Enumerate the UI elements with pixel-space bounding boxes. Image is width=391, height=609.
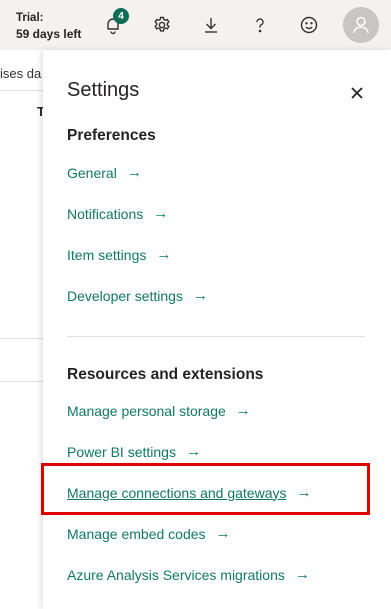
top-bar: Trial: 59 days left 4: [0, 0, 391, 50]
download-button[interactable]: [199, 13, 223, 37]
smiley-icon: [300, 16, 318, 34]
arrow-right-icon: →: [185, 443, 201, 460]
manage-connections-gateways-link[interactable]: Manage connections and gateways →: [67, 484, 311, 501]
link-label: Item settings: [67, 246, 147, 263]
arrow-right-icon: →: [235, 402, 251, 419]
background-breadcrumb-text: ises da: [0, 66, 42, 81]
notifications-link[interactable]: Notifications →: [67, 205, 168, 222]
link-label: Notifications: [67, 205, 144, 222]
arrow-right-icon: →: [296, 484, 312, 501]
feedback-button[interactable]: [297, 13, 321, 37]
arrow-right-icon: →: [294, 566, 310, 583]
background-divider: [0, 90, 43, 91]
gear-icon: [154, 16, 170, 32]
general-link[interactable]: General →: [67, 164, 142, 181]
help-icon: [256, 18, 264, 33]
download-icon: [205, 18, 217, 33]
close-button[interactable]: [347, 83, 367, 103]
power-bi-settings-link[interactable]: Power BI settings →: [67, 443, 201, 460]
link-label: Manage personal storage: [67, 402, 226, 419]
notifications-badge: 4: [113, 8, 129, 24]
developer-settings-link[interactable]: Developer settings →: [67, 287, 208, 304]
panel-title: Settings: [67, 79, 140, 101]
settings-panel: Settings Preferences General → Notificat…: [43, 50, 391, 609]
avatar-icon: [353, 16, 369, 34]
background-divider: [0, 381, 43, 382]
link-label: Azure Analysis Services migrations: [67, 566, 285, 583]
manage-embed-codes-link[interactable]: Manage embed codes →: [67, 525, 231, 542]
link-label: Developer settings: [67, 287, 183, 304]
resources-heading: Resources and extensions: [67, 366, 264, 383]
link-label: Power BI settings: [67, 443, 176, 460]
notifications-button[interactable]: 4: [101, 8, 129, 37]
arrow-right-icon: →: [156, 246, 172, 263]
account-avatar[interactable]: [343, 7, 379, 43]
arrow-right-icon: →: [192, 287, 208, 304]
background-divider: [0, 338, 43, 339]
help-button[interactable]: [248, 13, 272, 37]
manage-personal-storage-link[interactable]: Manage personal storage →: [67, 402, 251, 419]
link-label: Manage embed codes: [67, 525, 206, 542]
arrow-right-icon: →: [153, 205, 169, 222]
trial-days-left: 59 days left: [16, 27, 82, 41]
link-label: Manage connections and gateways: [67, 484, 287, 501]
arrow-right-icon: →: [215, 525, 231, 542]
trial-label: Trial:: [16, 12, 44, 24]
azure-analysis-services-migrations-link[interactable]: Azure Analysis Services migrations →: [67, 566, 310, 583]
close-icon: [351, 87, 363, 99]
preferences-heading: Preferences: [67, 127, 156, 144]
background-page: [0, 50, 43, 609]
section-divider: [67, 336, 365, 337]
link-label: General: [67, 164, 117, 181]
trial-status[interactable]: Trial: 59 days left: [16, 10, 81, 42]
arrow-right-icon: →: [126, 164, 142, 181]
settings-button[interactable]: [150, 13, 174, 37]
item-settings-link[interactable]: Item settings →: [67, 246, 171, 263]
